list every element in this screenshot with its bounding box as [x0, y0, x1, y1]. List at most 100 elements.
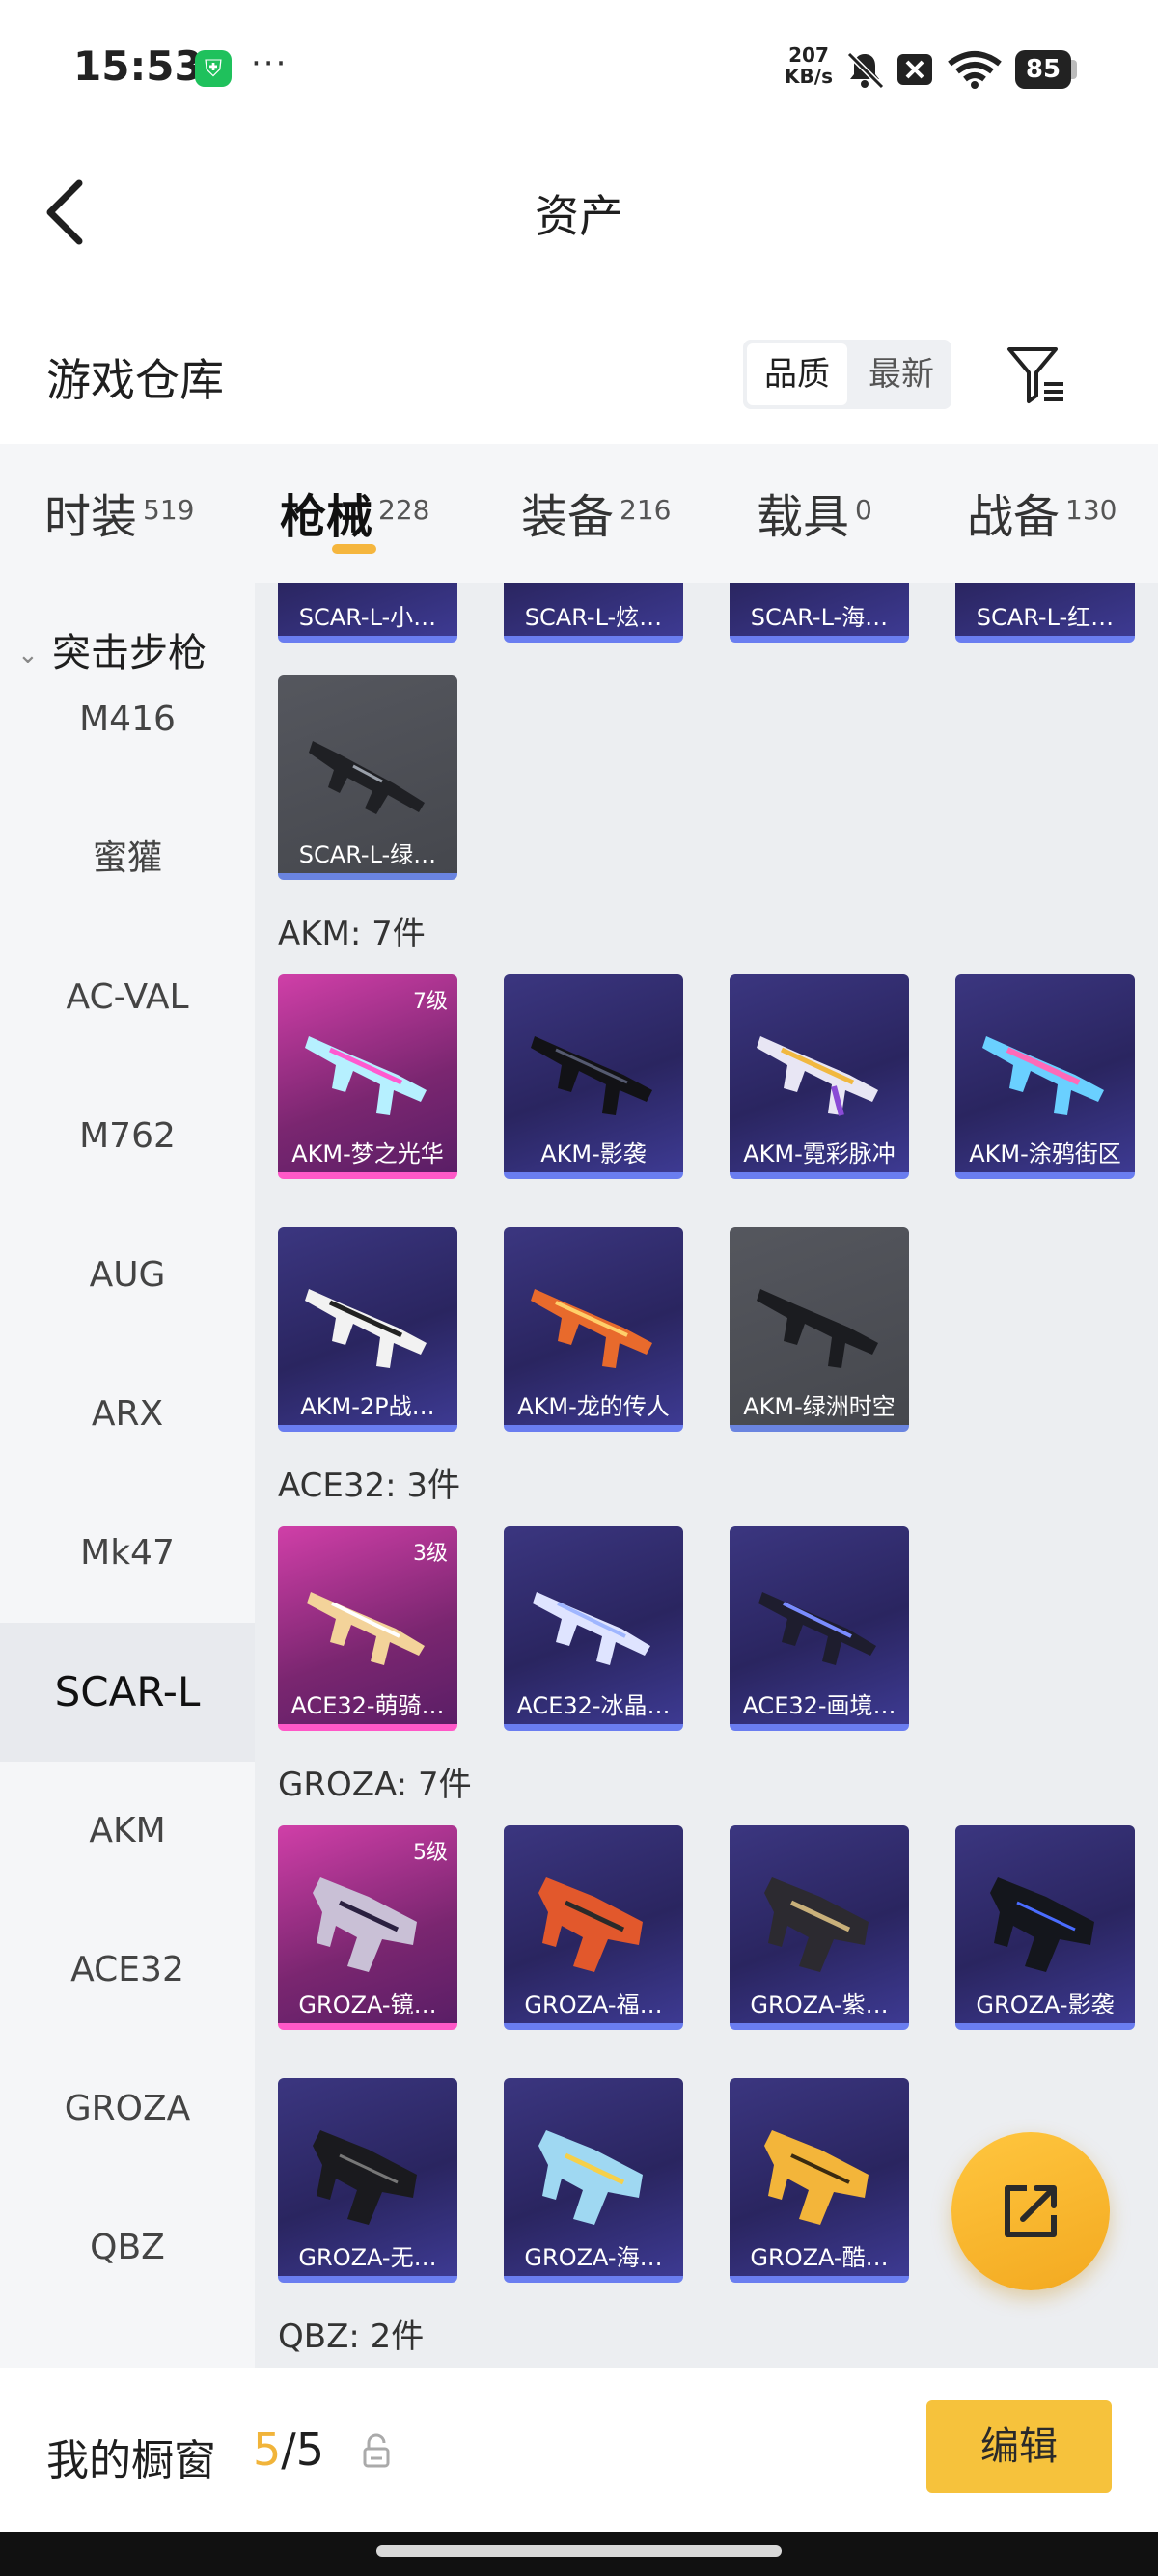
skin-name: ACE32-萌骑… [290, 1692, 445, 1719]
skin-card[interactable]: AKM-影袭 [504, 974, 683, 1179]
showcase-separator: / [281, 2424, 296, 2476]
rifle-icon [531, 1036, 652, 1115]
filter-icon[interactable] [1002, 342, 1069, 409]
skin-name: SCAR-L-海… [750, 604, 889, 631]
rifle-icon [538, 1877, 643, 1972]
rifle-icon [982, 1036, 1104, 1115]
sidebar-item-honey-badger[interactable]: 蜜獾 [0, 789, 255, 928]
tab-firearms[interactable]: 枪械 228 [280, 479, 429, 556]
skin-card[interactable]: ACE32-画境… [730, 1526, 909, 1731]
rifle-icon [531, 1289, 652, 1368]
skin-card[interactable]: GROZA-影袭 [955, 1825, 1135, 2030]
section-title-ace32: ACE32: 3件 [278, 1466, 461, 1505]
sort-option-quality[interactable]: 品质 [747, 343, 847, 405]
skin-card[interactable]: GROZA-无… [278, 2078, 457, 2283]
warehouse-header: 游戏仓库 品质 最新 [0, 318, 1158, 434]
sidebar-item-aug[interactable]: AUG [0, 1206, 255, 1345]
rifle-icon [313, 1877, 417, 1972]
tab-label: 战备 [967, 490, 1061, 544]
rifle-icon [533, 1592, 650, 1665]
skin-card[interactable]: GROZA-紫… [730, 1825, 909, 2030]
skin-name: AKM-影袭 [540, 1140, 647, 1167]
skin-name: AKM-绿洲时空 [743, 1393, 896, 1420]
skin-card[interactable]: AKM-龙的传人 [504, 1227, 683, 1432]
skin-name: AKM-涂鸦街区 [969, 1140, 1121, 1167]
sidebar-item-ac-val[interactable]: AC-VAL [0, 928, 255, 1067]
app-shield-icon: ⛨ [195, 50, 232, 87]
sidebar-item-m762[interactable]: M762 [0, 1067, 255, 1206]
rifle-icon [757, 1036, 878, 1116]
skin-card[interactable]: SCAR-L-绿… [278, 675, 457, 880]
sidebar-item-mk47[interactable]: Mk47 [0, 1484, 255, 1623]
skin-card[interactable]: AKM-霓彩脉冲 [730, 974, 909, 1179]
skin-card[interactable]: SCAR-L-海… [730, 583, 909, 643]
sidebar-item-arx[interactable]: ARX [0, 1345, 255, 1484]
sort-option-newest[interactable]: 最新 [851, 340, 951, 409]
tab-fashion[interactable]: 时装 519 [44, 479, 194, 556]
sidebar-item-ace32[interactable]: ACE32 [0, 1901, 255, 2040]
tab-count: 0 [855, 494, 872, 526]
home-indicator[interactable] [376, 2545, 782, 2557]
rifle-icon [757, 1289, 878, 1368]
skin-card[interactable]: GROZA-酷… [730, 2078, 909, 2283]
skin-name: GROZA-海… [524, 2244, 663, 2271]
skin-card[interactable]: SCAR-L-小… [278, 583, 457, 643]
status-time: 15:53 [73, 42, 203, 90]
section-title-akm: AKM: 7件 [278, 915, 426, 953]
sim-off-icon [897, 54, 932, 85]
sidebar-item-groza[interactable]: GROZA [0, 2040, 255, 2179]
skin-name: AKM-2P战… [300, 1393, 435, 1420]
wifi-icon [948, 51, 1002, 89]
skin-name: SCAR-L-小… [298, 604, 437, 631]
tab-vehicles[interactable]: 载具 0 [757, 479, 872, 556]
page-title: 资产 [535, 190, 623, 242]
tab-count: 216 [620, 494, 672, 526]
lock-icon [363, 2433, 390, 2468]
network-rate-value: 207 [788, 43, 829, 67]
edit-button[interactable]: 编辑 [926, 2400, 1112, 2493]
tab-count: 130 [1065, 494, 1117, 526]
skin-card[interactable]: 7级 AKM-梦之光华 [278, 974, 457, 1179]
sidebar-item-m416[interactable]: M416 [0, 650, 255, 789]
tab-equipment[interactable]: 装备 216 [521, 479, 671, 556]
showcase-total: 5 [295, 2424, 325, 2476]
rifle-icon [307, 1592, 425, 1665]
network-rate: 207 KB/s [784, 44, 834, 87]
share-button[interactable] [951, 2132, 1110, 2290]
sidebar-item-scar-l[interactable]: SCAR-L [0, 1623, 255, 1762]
skin-name: GROZA-镜… [298, 1991, 437, 2018]
skin-card[interactable]: SCAR-L-炫… [504, 583, 683, 643]
status-bar: 15:53 ⛨ ··· 207 KB/s 85 [0, 0, 1158, 135]
skin-card[interactable]: GROZA-海… [504, 2078, 683, 2283]
skin-card[interactable]: 3级 ACE32-萌骑… [278, 1526, 457, 1731]
sidebar-item-qbz[interactable]: QBZ [0, 2179, 255, 2317]
skin-name: ACE32-画境… [742, 1692, 896, 1719]
rifle-icon [764, 2130, 868, 2225]
skin-card[interactable]: AKM-2P战… [278, 1227, 457, 1432]
skin-card[interactable]: AKM-涂鸦街区 [955, 974, 1135, 1179]
showcase-count: 5/5 [253, 2424, 324, 2476]
sidebar-item-akm[interactable]: AKM [0, 1762, 255, 1901]
warehouse-title: 游戏仓库 [46, 354, 224, 406]
tab-supplies[interactable]: 战备 130 [967, 479, 1117, 556]
skin-card[interactable]: ACE32-冰晶… [504, 1526, 683, 1731]
tab-label: 枪械 [280, 490, 373, 544]
skin-name: AKM-梦之光华 [291, 1140, 444, 1167]
skin-name: SCAR-L-红… [976, 604, 1115, 631]
rifle-icon [313, 2130, 417, 2225]
showcase-label: 我的橱窗 [46, 2436, 216, 2485]
skin-card[interactable]: 5级 GROZA-镜… [278, 1825, 457, 2030]
skin-name: GROZA-影袭 [976, 1991, 1115, 2018]
weapon-category-sidebar: ⌄ 突击步枪 M416 蜜獾 AC-VAL M762 AUG ARX Mk47 S… [0, 583, 255, 2368]
skin-card[interactable]: AKM-绿洲时空 [730, 1227, 909, 1432]
section-title-groza: GROZA: 7件 [278, 1766, 472, 1804]
showcase-used: 5 [253, 2424, 282, 2476]
active-tab-indicator [332, 544, 376, 554]
rifle-icon [305, 1289, 427, 1368]
skin-name: SCAR-L-绿… [298, 841, 437, 868]
rifle-icon [309, 741, 425, 814]
skin-card[interactable]: SCAR-L-红… [955, 583, 1135, 643]
mute-bell-icon [846, 51, 885, 89]
rifle-icon [538, 2130, 643, 2225]
skin-card[interactable]: GROZA-福… [504, 1825, 683, 2030]
